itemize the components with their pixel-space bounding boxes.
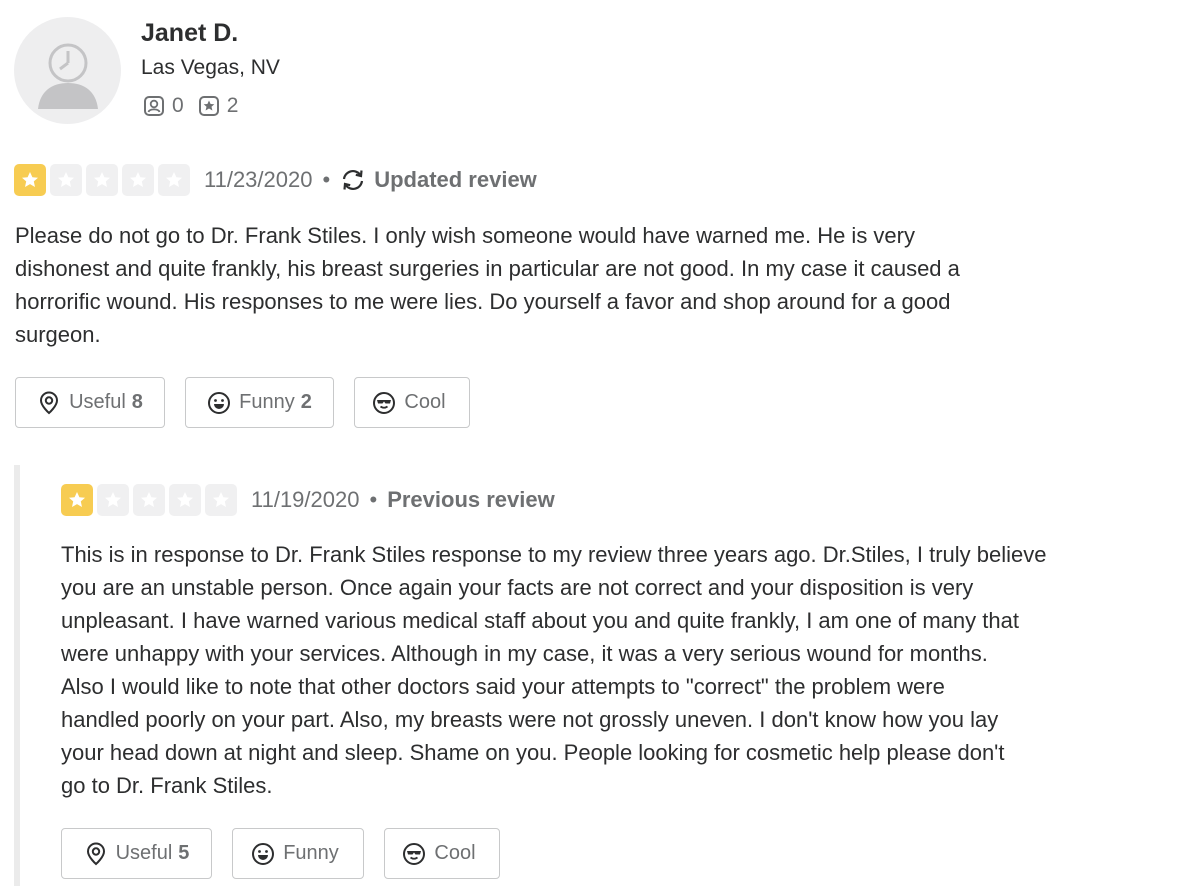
useful-button[interactable]: Useful 8	[15, 377, 165, 428]
star-icon	[133, 484, 165, 516]
review-date: 11/23/2020	[204, 167, 313, 192]
star-rating	[14, 164, 194, 196]
star-icon	[86, 164, 118, 196]
user-name[interactable]: Janet D.	[141, 19, 238, 48]
updated-review-status: Updated review	[340, 167, 537, 193]
cool-label: Cool	[434, 842, 476, 864]
star-icon	[50, 164, 82, 196]
cool-icon	[373, 391, 396, 414]
star-icon	[97, 484, 129, 516]
cool-button[interactable]: Cool	[384, 828, 500, 879]
previous-review-rating-row: 11/19/2020 • Previous review	[61, 484, 555, 516]
review-text-line: This is in response to Dr. Frank Stiles …	[61, 542, 1047, 567]
review-text-line: go to Dr. Frank Stiles.	[61, 773, 273, 798]
useful-count: 5	[178, 842, 190, 864]
funny-button[interactable]: Funny	[232, 828, 364, 879]
avatar[interactable]	[14, 17, 121, 124]
funny-icon	[252, 842, 275, 865]
star-icon	[205, 484, 237, 516]
funny-icon	[208, 391, 231, 414]
cool-icon	[403, 842, 426, 865]
review-text-line: handled poorly on your part. Also, my br…	[61, 707, 999, 732]
review-text-line: dishonest and quite frankly, his breast …	[15, 256, 960, 281]
friends-count: 0	[172, 94, 184, 117]
review-text-line: Please do not go to Dr. Frank Stiles. I …	[15, 223, 915, 248]
reviews-stat: 2	[198, 94, 239, 118]
useful-button[interactable]: Useful 5	[61, 828, 212, 879]
star-icon	[61, 484, 93, 516]
previous-review-text: This is in response to Dr. Frank Stiles …	[61, 538, 1047, 802]
star-icon	[158, 164, 190, 196]
previous-review-status: Previous review	[387, 487, 555, 512]
review-date: 11/19/2020	[251, 487, 360, 512]
review-text-line: Also I would like to note that other doc…	[61, 674, 945, 699]
updated-review-rating-row: 11/23/2020 • Updated review	[14, 164, 537, 196]
reviews-count: 2	[226, 94, 239, 117]
useful-icon	[40, 391, 59, 414]
previous-review-reactions: Useful 5 Funny Cool	[61, 828, 500, 879]
separator-dot: •	[322, 167, 331, 192]
review-text-line: were unhappy with your services. Althoug…	[61, 641, 988, 666]
review-text-line: surgeon.	[15, 322, 101, 347]
user-location: Las Vegas, NV	[141, 56, 280, 79]
friends-stat: 0	[143, 94, 184, 118]
star-icon	[14, 164, 46, 196]
star-icon	[169, 484, 201, 516]
review-text-line: unpleasant. I have warned various medica…	[61, 608, 1019, 633]
cool-button[interactable]: Cool	[354, 377, 470, 428]
review-text-line: horrorific wound. His responses to me we…	[15, 289, 951, 314]
review-star-icon	[198, 96, 219, 116]
separator-dot: •	[369, 487, 378, 512]
funny-label: Funny	[239, 391, 295, 413]
funny-button[interactable]: Funny 2	[185, 377, 334, 428]
friends-icon	[144, 96, 164, 116]
status-label: Updated review	[374, 167, 537, 192]
cool-label: Cool	[404, 391, 446, 413]
useful-label: Useful	[115, 842, 173, 864]
review-text-line: your head down at night and sleep. Shame…	[61, 740, 1005, 765]
updated-review-text: Please do not go to Dr. Frank Stiles. I …	[15, 219, 960, 351]
funny-count: 2	[300, 391, 312, 413]
user-stats: 0 2	[143, 94, 252, 118]
useful-label: Useful	[69, 391, 126, 413]
updated-review-reactions: Useful 8 Funny 2 Cool	[15, 377, 470, 428]
refresh-icon	[343, 170, 364, 190]
funny-label: Funny	[283, 842, 339, 864]
review-text-line: you are an unstable person. Once again y…	[61, 575, 974, 600]
useful-count: 8	[131, 391, 143, 413]
default-avatar-icon	[38, 43, 98, 109]
useful-icon	[86, 842, 105, 865]
star-icon	[122, 164, 154, 196]
previous-review-divider	[14, 465, 20, 886]
star-rating	[61, 484, 241, 516]
